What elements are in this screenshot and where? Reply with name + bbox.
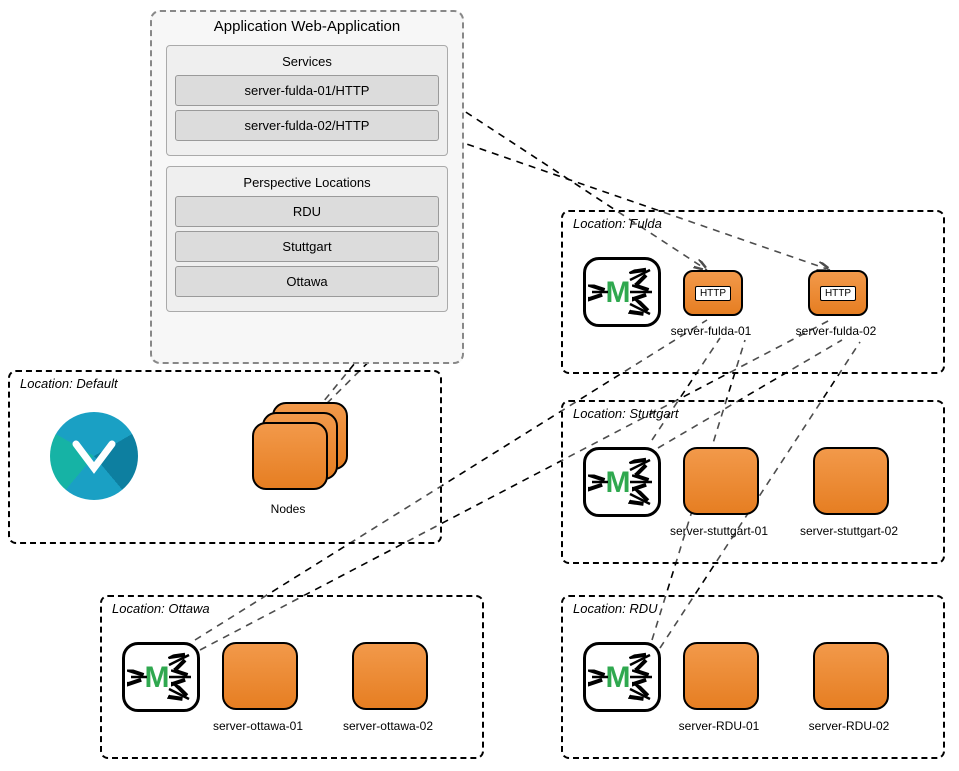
panel-ottawa: Location: Ottawa M server-ottawa-01 serv… — [100, 595, 484, 759]
server-label: server-ottawa-02 — [318, 719, 458, 733]
server-label: server-stuttgart-01 — [649, 524, 789, 538]
minion-icon: M — [122, 642, 200, 712]
opennms-logo-icon — [50, 412, 138, 500]
server-label: server-stuttgart-02 — [779, 524, 919, 538]
server-label: server-fulda-02 — [766, 324, 906, 338]
service-item[interactable]: server-fulda-01/HTTP — [175, 75, 439, 106]
config-title: Application Web-Application — [152, 12, 462, 39]
perspective-title: Perspective Locations — [175, 175, 439, 190]
http-badge: HTTP — [695, 286, 731, 301]
panel-fulda: Location: Fulda M HTTP server-fulda-01 H… — [561, 210, 945, 374]
server-node — [222, 642, 298, 710]
minion-icon: M — [583, 642, 661, 712]
services-panel: Services server-fulda-01/HTTP server-ful… — [166, 45, 448, 156]
server-node: HTTP — [808, 270, 868, 316]
perspective-item[interactable]: RDU — [175, 196, 439, 227]
server-node — [683, 447, 759, 515]
panel-title-fulda: Location: Fulda — [573, 216, 662, 231]
nodes-stack — [252, 422, 328, 490]
perspective-item[interactable]: Ottawa — [175, 266, 439, 297]
services-title: Services — [175, 54, 439, 69]
server-node: HTTP — [683, 270, 743, 316]
server-label: server-RDU-01 — [649, 719, 789, 733]
minion-icon: M — [583, 447, 661, 517]
nodes-label: Nodes — [218, 502, 358, 516]
panel-title-stuttgart: Location: Stuttgart — [573, 406, 679, 421]
server-node — [813, 642, 889, 710]
perspective-panel: Perspective Locations RDU Stuttgart Otta… — [166, 166, 448, 312]
svg-text:M: M — [606, 276, 631, 309]
server-node — [813, 447, 889, 515]
server-node — [352, 642, 428, 710]
server-label: server-RDU-02 — [779, 719, 919, 733]
http-badge: HTTP — [820, 286, 856, 301]
server-node — [683, 642, 759, 710]
svg-text:M: M — [145, 661, 170, 694]
panel-stuttgart: Location: Stuttgart M server-stuttgart-0… — [561, 400, 945, 564]
service-item[interactable]: server-fulda-02/HTTP — [175, 110, 439, 141]
panel-rdu: Location: RDU M server-RDU-01 server-RDU… — [561, 595, 945, 759]
config-panel: Application Web-Application Services ser… — [150, 10, 464, 364]
server-label: server-fulda-01 — [641, 324, 781, 338]
panel-default: Location: Default Nodes — [8, 370, 442, 544]
server-label: server-ottawa-01 — [188, 719, 328, 733]
minion-icon: M — [583, 257, 661, 327]
perspective-item[interactable]: Stuttgart — [175, 231, 439, 262]
panel-title-ottawa: Location: Ottawa — [112, 601, 210, 616]
svg-text:M: M — [606, 661, 631, 694]
svg-text:M: M — [606, 466, 631, 499]
panel-title-default: Location: Default — [20, 376, 118, 391]
panel-title-rdu: Location: RDU — [573, 601, 658, 616]
